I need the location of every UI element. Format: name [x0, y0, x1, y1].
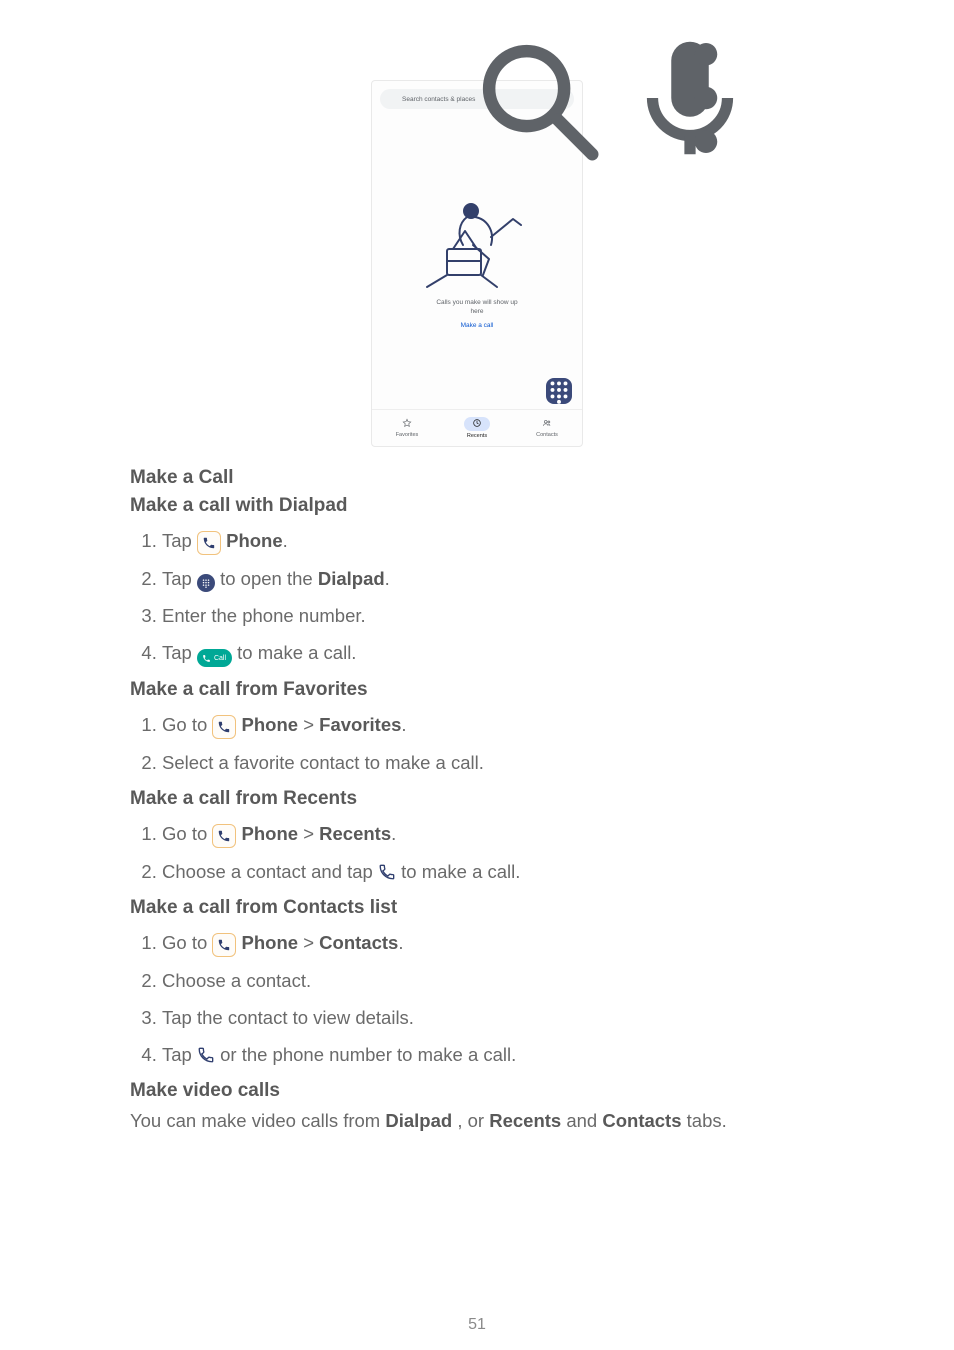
steps-contacts: Go to Phone > Contacts. Choose a contact…	[130, 925, 824, 1074]
dialpad-icon	[197, 574, 215, 592]
tab-label: Recents	[467, 433, 487, 439]
search-bar[interactable]: Search contacts & places	[380, 89, 574, 109]
tab-label: Favorites	[396, 432, 419, 438]
list-item: Choose a contact.	[162, 963, 824, 1000]
heading-make-a-call: Make a Call	[130, 467, 824, 489]
list-item: Tap or the phone number to make a call.	[162, 1037, 824, 1074]
empty-state-illustration	[417, 189, 537, 289]
list-item: Select a favorite contact to make a call…	[162, 745, 824, 782]
page-number: 51	[0, 1316, 954, 1334]
search-placeholder: Search contacts & places	[402, 96, 534, 103]
dialpad-fab[interactable]	[546, 378, 572, 404]
heading-contacts: Make a call from Contacts list	[130, 897, 824, 919]
steps-favorites: Go to Phone > Favorites. Select a favori…	[130, 707, 824, 782]
heading-dialpad: Make a call with Dialpad	[130, 495, 824, 517]
phone-app-icon	[212, 933, 236, 957]
heading-recents: Make a call from Recents	[130, 788, 824, 810]
document-page: Search contacts & places	[0, 0, 954, 1350]
tab-recents[interactable]: Recents	[442, 410, 512, 446]
list-item: Tap Call to make a call.	[162, 635, 824, 674]
list-item: Tap Phone.	[162, 523, 824, 561]
phone-screenshot: Search contacts & places	[371, 80, 583, 447]
empty-state-text: Calls you make will show up here	[436, 299, 517, 316]
list-item: Go to Phone > Contacts.	[162, 925, 824, 963]
heading-video: Make video calls	[130, 1080, 824, 1102]
list-item: Choose a contact and tap to make a call.	[162, 854, 824, 891]
steps-recents: Go to Phone > Recents. Choose a contact …	[130, 816, 824, 891]
phone-app-icon	[197, 531, 221, 555]
list-item: Go to Phone > Recents.	[162, 816, 824, 854]
list-item: Tap to open the Dialpad.	[162, 561, 824, 598]
call-button-icon: Call	[197, 649, 232, 667]
phone-app-icon	[212, 824, 236, 848]
list-item: Go to Phone > Favorites.	[162, 707, 824, 745]
heading-favorites: Make a call from Favorites	[130, 679, 824, 701]
video-paragraph: You can make video calls from Dialpad , …	[130, 1110, 824, 1132]
list-item: Enter the phone number.	[162, 598, 824, 635]
make-call-link[interactable]: Make a call	[461, 322, 494, 329]
phone-outline-icon	[378, 863, 396, 881]
phone-app-icon	[212, 715, 236, 739]
steps-dialpad: Tap Phone. Tap to open the Dialpad. Ente…	[130, 523, 824, 673]
tab-favorites[interactable]: Favorites	[372, 410, 442, 446]
phone-outline-icon	[197, 1046, 215, 1064]
list-item: Tap the contact to view details.	[162, 1000, 824, 1037]
